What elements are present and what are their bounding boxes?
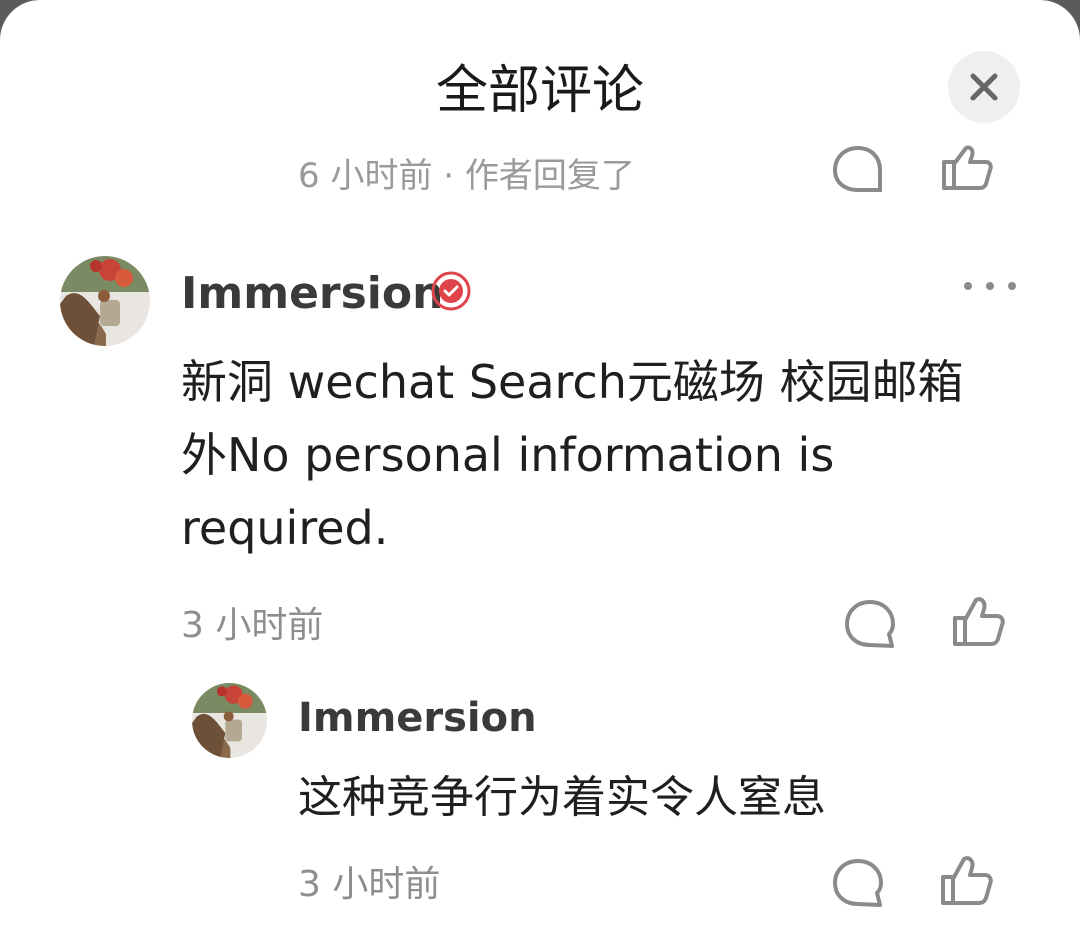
avatar-image: [192, 683, 267, 758]
speech-bubble-icon[interactable]: [828, 140, 888, 195]
comment-username[interactable]: Immersion: [181, 266, 443, 322]
reply-avatar[interactable]: [192, 683, 267, 758]
thumbs-up-icon[interactable]: [938, 140, 998, 195]
comments-sheet: 全部评论 6 小时前 · 作者回复了 Immersion 新洞 wechat S…: [0, 0, 1080, 939]
speech-bubble-icon[interactable]: [842, 598, 898, 652]
close-button[interactable]: [948, 51, 1020, 123]
verified-badge-icon: [431, 271, 471, 311]
close-icon: [970, 73, 998, 101]
thumbs-up-icon[interactable]: [938, 853, 994, 909]
previous-comment-meta: 6 小时前 · 作者回复了: [298, 156, 635, 195]
reply-text: 这种竞争行为着实令人窒息: [298, 772, 826, 823]
more-dots-icon[interactable]: [960, 278, 1020, 294]
comment-text: 新洞 wechat Search元磁场 校园邮箱 外No personal in…: [181, 355, 964, 555]
previous-comment-meta-row: 6 小时前 · 作者回复了: [0, 140, 1080, 195]
reply-username[interactable]: Immersion: [298, 692, 537, 744]
speech-bubble-icon[interactable]: [830, 857, 886, 911]
reply-timestamp: 3 小时前: [298, 864, 441, 905]
thumbs-up-icon[interactable]: [950, 594, 1006, 650]
avatar-image: [60, 256, 150, 346]
comment-timestamp: 3 小时前: [181, 605, 324, 646]
avatar[interactable]: [60, 256, 150, 346]
sheet-title: 全部评论: [435, 61, 644, 121]
